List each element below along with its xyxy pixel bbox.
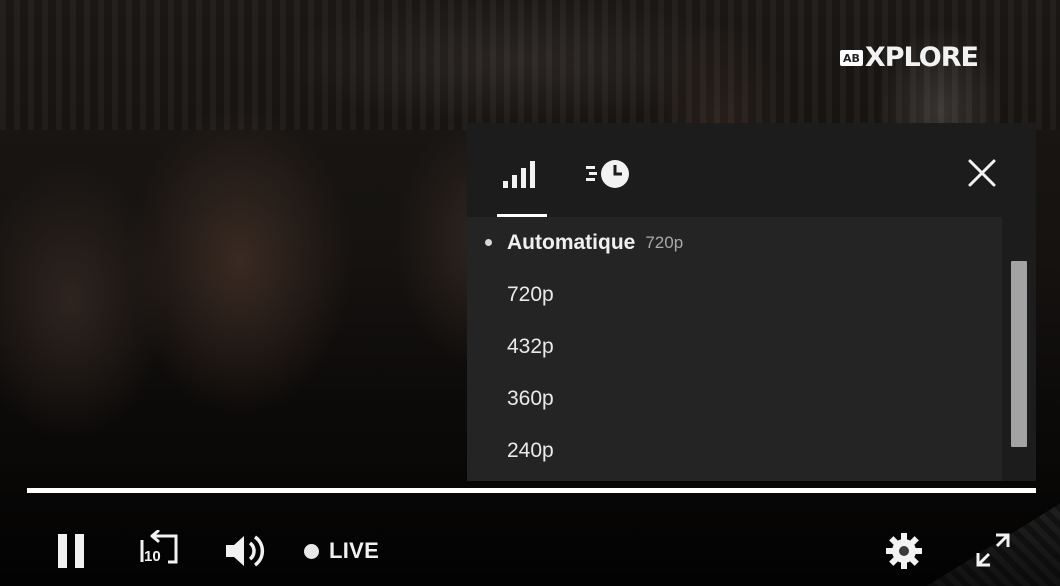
replay-10-button[interactable]: 10	[138, 530, 182, 570]
close-icon	[968, 159, 996, 187]
quality-option-auto[interactable]: Automatique 720p	[467, 217, 1002, 269]
settings-button[interactable]	[884, 531, 924, 571]
quality-option-360p[interactable]: 360p	[467, 373, 1002, 425]
live-indicator: LIVE	[304, 538, 379, 564]
live-dot	[304, 543, 319, 559]
quality-option-label: 360p	[507, 387, 554, 410]
quality-option-432p[interactable]: 432p	[467, 321, 1002, 373]
pause-icon	[58, 534, 67, 568]
close-settings-button[interactable]	[965, 156, 999, 190]
channel-logo-badge: AB	[840, 49, 863, 66]
settings-panel: Automatique 720p 720p 432p 360p 240p	[467, 123, 1036, 481]
channel-logo-name: XPLORE	[864, 42, 979, 73]
volume-icon	[226, 535, 265, 567]
channel-logo: AB XPLORE	[840, 42, 979, 73]
fullscreen-icon	[976, 533, 1010, 567]
tab-speed[interactable]	[585, 157, 633, 197]
selected-bullet	[485, 239, 492, 246]
quality-options-list: Automatique 720p 720p 432p 360p 240p	[467, 217, 1002, 481]
tab-quality[interactable]	[497, 155, 547, 217]
pause-icon-bar	[75, 534, 84, 568]
quality-option-label: 240p	[507, 439, 554, 462]
gear-icon	[886, 533, 922, 569]
fullscreen-button[interactable]	[974, 531, 1012, 569]
progress-bar-fill	[27, 488, 1036, 493]
settings-tabs	[467, 123, 1036, 217]
signal-bars-icon	[503, 161, 535, 188]
quality-option-sublabel: 720p	[645, 233, 684, 252]
quality-option-label: 432p	[507, 335, 554, 358]
playback-speed-icon	[586, 160, 629, 188]
options-scrollbar[interactable]	[1011, 261, 1027, 447]
quality-option-720p[interactable]: 720p	[467, 269, 1002, 321]
quality-option-label: Automatique	[507, 231, 636, 254]
live-label: LIVE	[329, 538, 380, 563]
quality-option-240p[interactable]: 240p	[467, 425, 1002, 477]
volume-button[interactable]	[224, 531, 270, 571]
progress-bar[interactable]	[27, 488, 1036, 493]
quality-option-label: 720p	[507, 283, 554, 306]
replay-10-label: 10	[144, 548, 161, 565]
video-player[interactable]: AB XPLORE Automatique 720p 720p 432p 360…	[0, 0, 1060, 586]
pause-button[interactable]	[58, 534, 84, 568]
